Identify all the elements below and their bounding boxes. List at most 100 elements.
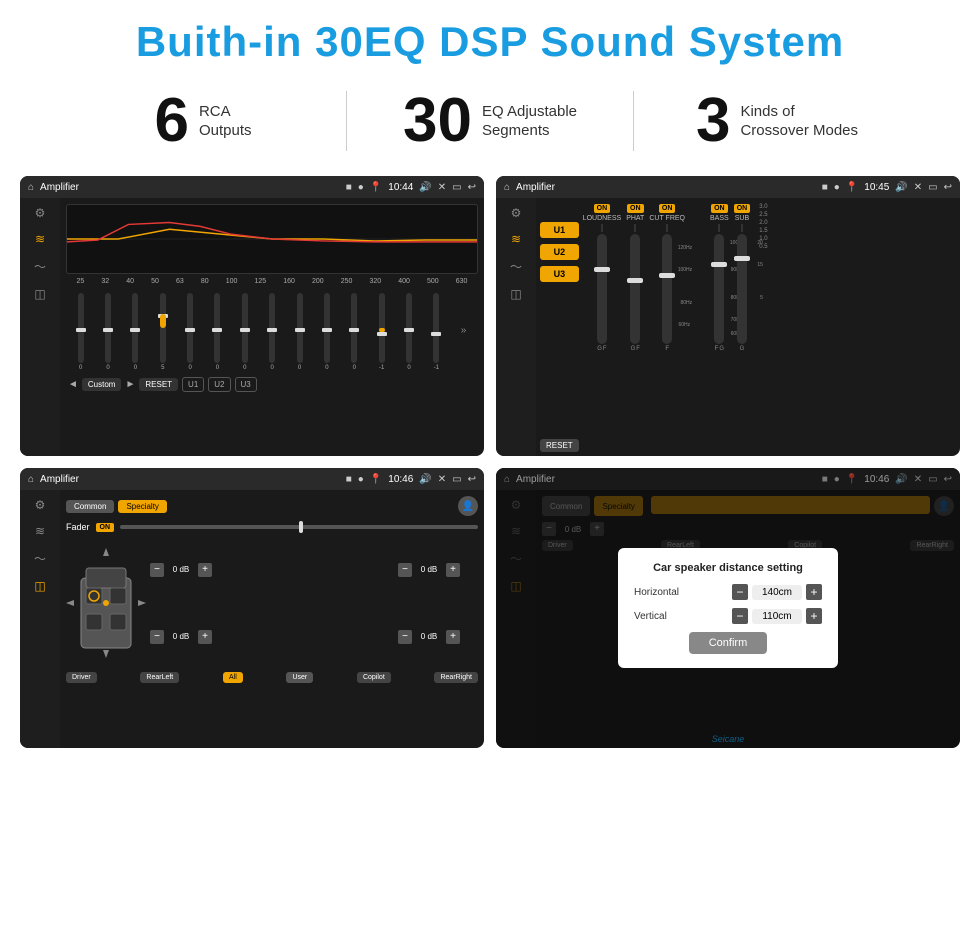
vertical-plus[interactable]: + xyxy=(806,608,822,624)
tr-plus[interactable]: + xyxy=(446,563,460,577)
screen3-tabs: Common Specialty xyxy=(66,500,167,513)
eq-slider-6[interactable]: 0 xyxy=(214,293,220,371)
loudness-slider[interactable] xyxy=(597,234,607,344)
sidebar-eq-icon-2[interactable]: ≋ xyxy=(511,232,521,246)
bass-slider[interactable]: 100Hz 90Hz 80Hz 70Hz 60Hz xyxy=(714,234,724,344)
u1-selector[interactable]: U1 xyxy=(540,222,579,238)
screen2-sidebar: ⚙ ≋ 〜 ◫ xyxy=(496,198,536,456)
tl-value: 0 dB xyxy=(167,565,195,574)
sidebar-wave-icon-2[interactable]: 〜 xyxy=(510,258,522,275)
sidebar-eq-icon-3[interactable]: ≋ xyxy=(35,524,45,538)
phat-toggle[interactable]: ON xyxy=(627,204,644,213)
copilot-btn[interactable]: Copilot xyxy=(357,672,391,683)
u2-btn-1[interactable]: U2 xyxy=(208,377,230,392)
eq-slider-4[interactable]: 5 xyxy=(160,293,166,371)
reset-btn-1[interactable]: RESET xyxy=(139,378,178,391)
horizontal-plus[interactable]: + xyxy=(806,584,822,600)
home-icon-1[interactable]: ⌂ xyxy=(28,182,34,193)
tl-minus[interactable]: − xyxy=(150,563,164,577)
phat-slider[interactable] xyxy=(630,234,640,344)
next-btn[interactable]: ► xyxy=(125,379,135,390)
expand-icon[interactable]: » xyxy=(461,325,467,336)
eq-graph xyxy=(66,204,478,274)
freq-125: 125 xyxy=(254,278,266,285)
br-minus[interactable]: − xyxy=(398,630,412,644)
status-time-3: 10:46 xyxy=(388,474,413,485)
custom-btn[interactable]: Custom xyxy=(82,378,122,391)
driver-btn[interactable]: Driver xyxy=(66,672,97,683)
screen3-top: Common Specialty 👤 xyxy=(66,496,478,516)
speaker-icon-2: 🔊 xyxy=(895,182,907,193)
cutfreq-slider[interactable]: 120Hz 100Hz 80Hz 60Hz xyxy=(662,234,672,344)
eq-slider-3[interactable]: 0 xyxy=(132,293,138,371)
rearleft-btn[interactable]: RearLeft xyxy=(140,672,179,683)
specialty-tab[interactable]: Specialty xyxy=(118,500,166,513)
avatar-icon-3[interactable]: 👤 xyxy=(458,496,478,516)
eq-slider-2[interactable]: 0 xyxy=(105,293,111,371)
home-icon-2[interactable]: ⌂ xyxy=(504,182,510,193)
eq-slider-10[interactable]: 0 xyxy=(324,293,330,371)
u3-btn-1[interactable]: U3 xyxy=(235,377,257,392)
all-btn[interactable]: All xyxy=(223,672,243,683)
sidebar-wave-icon-3[interactable]: 〜 xyxy=(34,550,46,567)
common-tab[interactable]: Common xyxy=(66,500,114,513)
u1-btn-1[interactable]: U1 xyxy=(182,377,204,392)
tr-minus[interactable]: − xyxy=(398,563,412,577)
eq-slider-7[interactable]: 0 xyxy=(242,293,248,371)
status-title-3: Amplifier xyxy=(40,474,340,485)
u3-selector[interactable]: U3 xyxy=(540,266,579,282)
sidebar-settings-icon[interactable]: ⚙ xyxy=(35,206,46,220)
bass-toggle[interactable]: ON xyxy=(711,204,728,213)
sidebar-settings-icon-3[interactable]: ⚙ xyxy=(35,498,46,512)
dot-icon-3: ● xyxy=(358,474,364,485)
u2-selector[interactable]: U2 xyxy=(540,244,579,260)
eq-slider-1[interactable]: 0 xyxy=(78,293,84,371)
rearright-btn[interactable]: RearRight xyxy=(434,672,478,683)
loudness-toggle[interactable]: ON xyxy=(594,204,611,213)
prev-btn[interactable]: ◄ xyxy=(68,379,78,390)
eq-curve-svg xyxy=(67,205,477,273)
sidebar-eq-icon[interactable]: ≋ xyxy=(35,232,45,246)
eq-slider-11[interactable]: 0 xyxy=(351,293,357,371)
sidebar-speaker-icon[interactable]: ◫ xyxy=(34,287,45,301)
sub-slider[interactable]: 20 15 5 xyxy=(737,234,747,344)
stat-crossover: 3 Kinds ofCrossover Modes xyxy=(634,90,920,152)
eq-slider-9[interactable]: 0 xyxy=(297,293,303,371)
bl-plus[interactable]: + xyxy=(198,630,212,644)
scale-3: 3.0 xyxy=(759,204,767,210)
sub-toggle[interactable]: ON xyxy=(734,204,751,213)
phat-gf: G F xyxy=(631,346,640,352)
freq-160: 160 xyxy=(283,278,295,285)
loc-icon-1: 📍 xyxy=(370,182,382,193)
confirm-button[interactable]: Confirm xyxy=(689,632,768,654)
tl-plus[interactable]: + xyxy=(198,563,212,577)
bl-minus[interactable]: − xyxy=(150,630,164,644)
vertical-value: 110cm xyxy=(752,609,802,624)
sidebar-wave-icon[interactable]: 〜 xyxy=(34,258,46,275)
eq-slider-12[interactable]: -1 xyxy=(379,293,385,371)
fader-slider[interactable] xyxy=(120,525,478,529)
close-icon-2: ✕ xyxy=(914,182,922,193)
br-value: 0 dB xyxy=(415,632,443,641)
scale-1-5: 1.5 xyxy=(759,228,767,234)
eq-slider-14[interactable]: -1 xyxy=(433,293,439,371)
page-title: Buith-in 30EQ DSP Sound System xyxy=(0,18,980,66)
eq-slider-5[interactable]: 0 xyxy=(187,293,193,371)
phat-divider xyxy=(634,224,636,232)
fader-on-badge[interactable]: ON xyxy=(96,523,115,532)
home-icon-3[interactable]: ⌂ xyxy=(28,474,34,485)
eq-slider-13[interactable]: 0 xyxy=(406,293,412,371)
br-plus[interactable]: + xyxy=(446,630,460,644)
eq-slider-8[interactable]: 0 xyxy=(269,293,275,371)
vertical-minus[interactable]: − xyxy=(732,608,748,624)
user-btn[interactable]: User xyxy=(286,672,313,683)
rec-icon-3: ■ xyxy=(346,474,352,485)
sidebar-speaker-icon-2[interactable]: ◫ xyxy=(510,287,521,301)
sidebar-speaker-icon-3[interactable]: ◫ xyxy=(34,579,45,593)
horizontal-minus[interactable]: − xyxy=(732,584,748,600)
cutfreq-toggle[interactable]: ON xyxy=(659,204,676,213)
screen-dialog: ⌂ Amplifier ■ ● 📍 10:46 🔊 ✕ ▭ ↩ ⚙ ≋ 〜 ◫ … xyxy=(496,468,960,748)
reset-btn-2[interactable]: RESET xyxy=(540,439,579,452)
sidebar-settings-icon-2[interactable]: ⚙ xyxy=(511,206,522,220)
eq-freq-labels: 25 32 40 50 63 80 100 125 160 200 250 32… xyxy=(66,278,478,285)
